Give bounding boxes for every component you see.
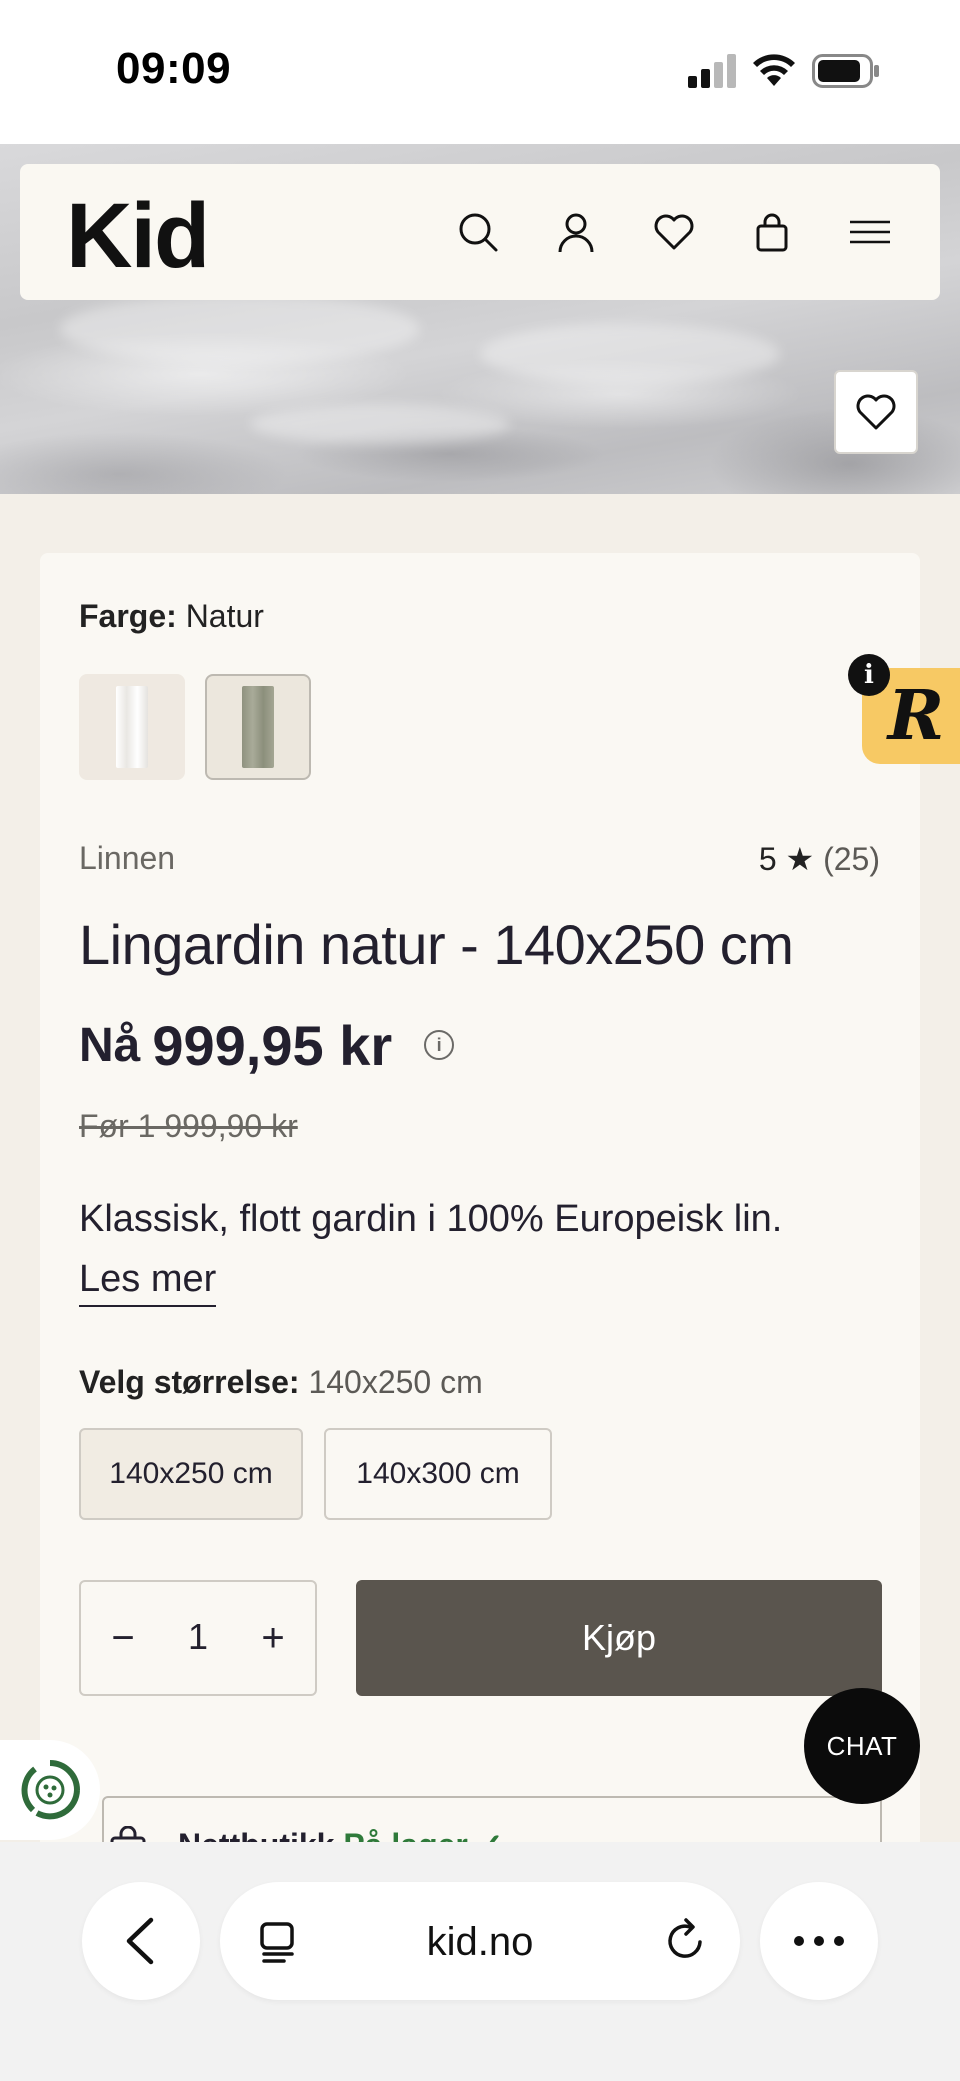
info-icon[interactable]: i <box>848 654 890 696</box>
product-description: Klassisk, flott gardin i 100% Europeisk … <box>79 1198 783 1240</box>
wifi-icon <box>753 54 795 86</box>
old-price: Før 1 999,90 kr <box>79 1108 298 1144</box>
size-label: Velg størrelse: 140x250 cm <box>79 1364 483 1401</box>
product-brand[interactable]: Linnen <box>79 840 175 877</box>
shopping-bag-icon[interactable] <box>744 204 800 260</box>
status-time: 09:09 <box>116 44 232 93</box>
wishlist-heart-icon[interactable] <box>646 204 702 260</box>
browser-back-button[interactable] <box>82 1882 200 2000</box>
eco-badge[interactable] <box>0 1740 100 1840</box>
status-bar: 09:09 <box>0 0 960 144</box>
search-icon[interactable] <box>450 204 506 260</box>
size-selected-value: 140x250 cm <box>308 1364 483 1400</box>
fabric-fold <box>480 324 780 384</box>
price-row: Nå 999,95 kr i <box>79 1010 455 1080</box>
product-rating[interactable]: 5 ★ (25) <box>759 840 880 878</box>
fabric-fold <box>60 294 420 364</box>
color-swatch-white[interactable] <box>79 674 185 780</box>
read-more-link[interactable]: Les mer <box>79 1258 217 1307</box>
size-option-140x250[interactable]: 140x250 cm <box>79 1428 303 1520</box>
add-to-wishlist-button[interactable] <box>834 370 918 454</box>
rating-value: 5 <box>758 841 777 877</box>
more-dots-icon <box>794 1936 844 1946</box>
kid-logo[interactable]: Kid <box>66 190 210 282</box>
buy-button[interactable]: Kjøp <box>356 1580 882 1696</box>
size-option-140x300[interactable]: 140x300 cm <box>324 1428 552 1520</box>
browser-more-button[interactable] <box>760 1882 878 2000</box>
reload-icon[interactable] <box>662 1918 708 1964</box>
chevron-left-icon <box>126 1917 154 1965</box>
current-price: 999,95 kr <box>152 1013 393 1077</box>
chat-button[interactable]: CHAT <box>804 1688 920 1804</box>
color-label: Farge: Natur <box>79 598 264 635</box>
curtain-thumbnail <box>116 686 148 768</box>
color-value: Natur <box>185 598 264 634</box>
star-icon: ★ <box>785 841 815 877</box>
quantity-stepper: − 1 + <box>79 1580 317 1696</box>
page: 09:09 Kid Farge: Natur R i Linnen 5 ★ (2… <box>0 0 960 2081</box>
battery-icon <box>812 54 879 88</box>
price-info-icon[interactable]: i <box>424 1030 455 1060</box>
address-bar[interactable]: kid.no <box>220 1882 740 2000</box>
menu-icon[interactable] <box>842 204 898 260</box>
site-header: Kid <box>20 164 940 300</box>
heart-icon <box>856 394 896 430</box>
browser-toolbar: kid.no <box>0 1842 960 2081</box>
rating-count: (25) <box>823 841 880 877</box>
cellular-signal-icon <box>688 54 736 88</box>
product-title: Lingardin natur - 140x250 cm <box>79 913 794 976</box>
recycle-icon <box>21 1760 80 1820</box>
reviews-logo: R <box>887 676 945 756</box>
color-label-text: Farge: <box>79 598 177 634</box>
account-icon[interactable] <box>548 204 604 260</box>
fabric-fold <box>250 404 510 444</box>
curtain-thumbnail <box>242 686 274 768</box>
color-swatch-natur[interactable] <box>205 674 311 780</box>
quantity-increase-button[interactable]: + <box>245 1610 301 1666</box>
price-prefix: Nå <box>79 1018 141 1072</box>
size-label-text: Velg størrelse: <box>79 1364 300 1400</box>
